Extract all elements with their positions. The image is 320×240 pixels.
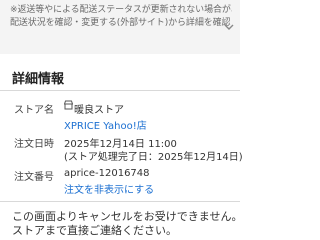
hide-order-link[interactable]: 注文を非表示にする — [64, 181, 154, 196]
cancel-notice: この画面よりキャンセルをお受けできません。 ストアまで直接ご連絡ください。 — [12, 210, 242, 238]
store-link[interactable]: XPRICE Yahoo!店 — [64, 117, 147, 132]
notice-line-2: 配送状況を確認・変更する(外部サイト)から詳細を確認ください — [10, 18, 232, 28]
divider — [0, 201, 240, 202]
delivery-notice: ※返送等やによる配送ステータスが更新されない場合があります。 配送状況を確認・変… — [0, 0, 240, 54]
chevron-down-icon[interactable] — [224, 22, 234, 32]
cancel-notice-line-1: この画面よりキャンセルをお受けできません。 — [12, 210, 243, 223]
cancel-notice-line-2: ストアまで直接ご連絡ください。 — [12, 224, 177, 237]
notice-line-1: ※返送等やによる配送ステータスが更新されない場合があります。 — [10, 5, 232, 15]
store-label: ストア名 — [14, 105, 54, 116]
order-number-label: 注文番号 — [14, 172, 54, 183]
store-processing-date: (ストア処理完了日：2025年12月14日) — [64, 152, 243, 163]
store-icon — [64, 100, 73, 110]
store-name: 暖良ストア — [74, 105, 124, 116]
section-title: 詳細情報 — [12, 72, 65, 87]
order-number: aprice-12016748 — [64, 168, 150, 179]
divider — [0, 90, 240, 91]
date-label: 注文日時 — [14, 139, 54, 150]
